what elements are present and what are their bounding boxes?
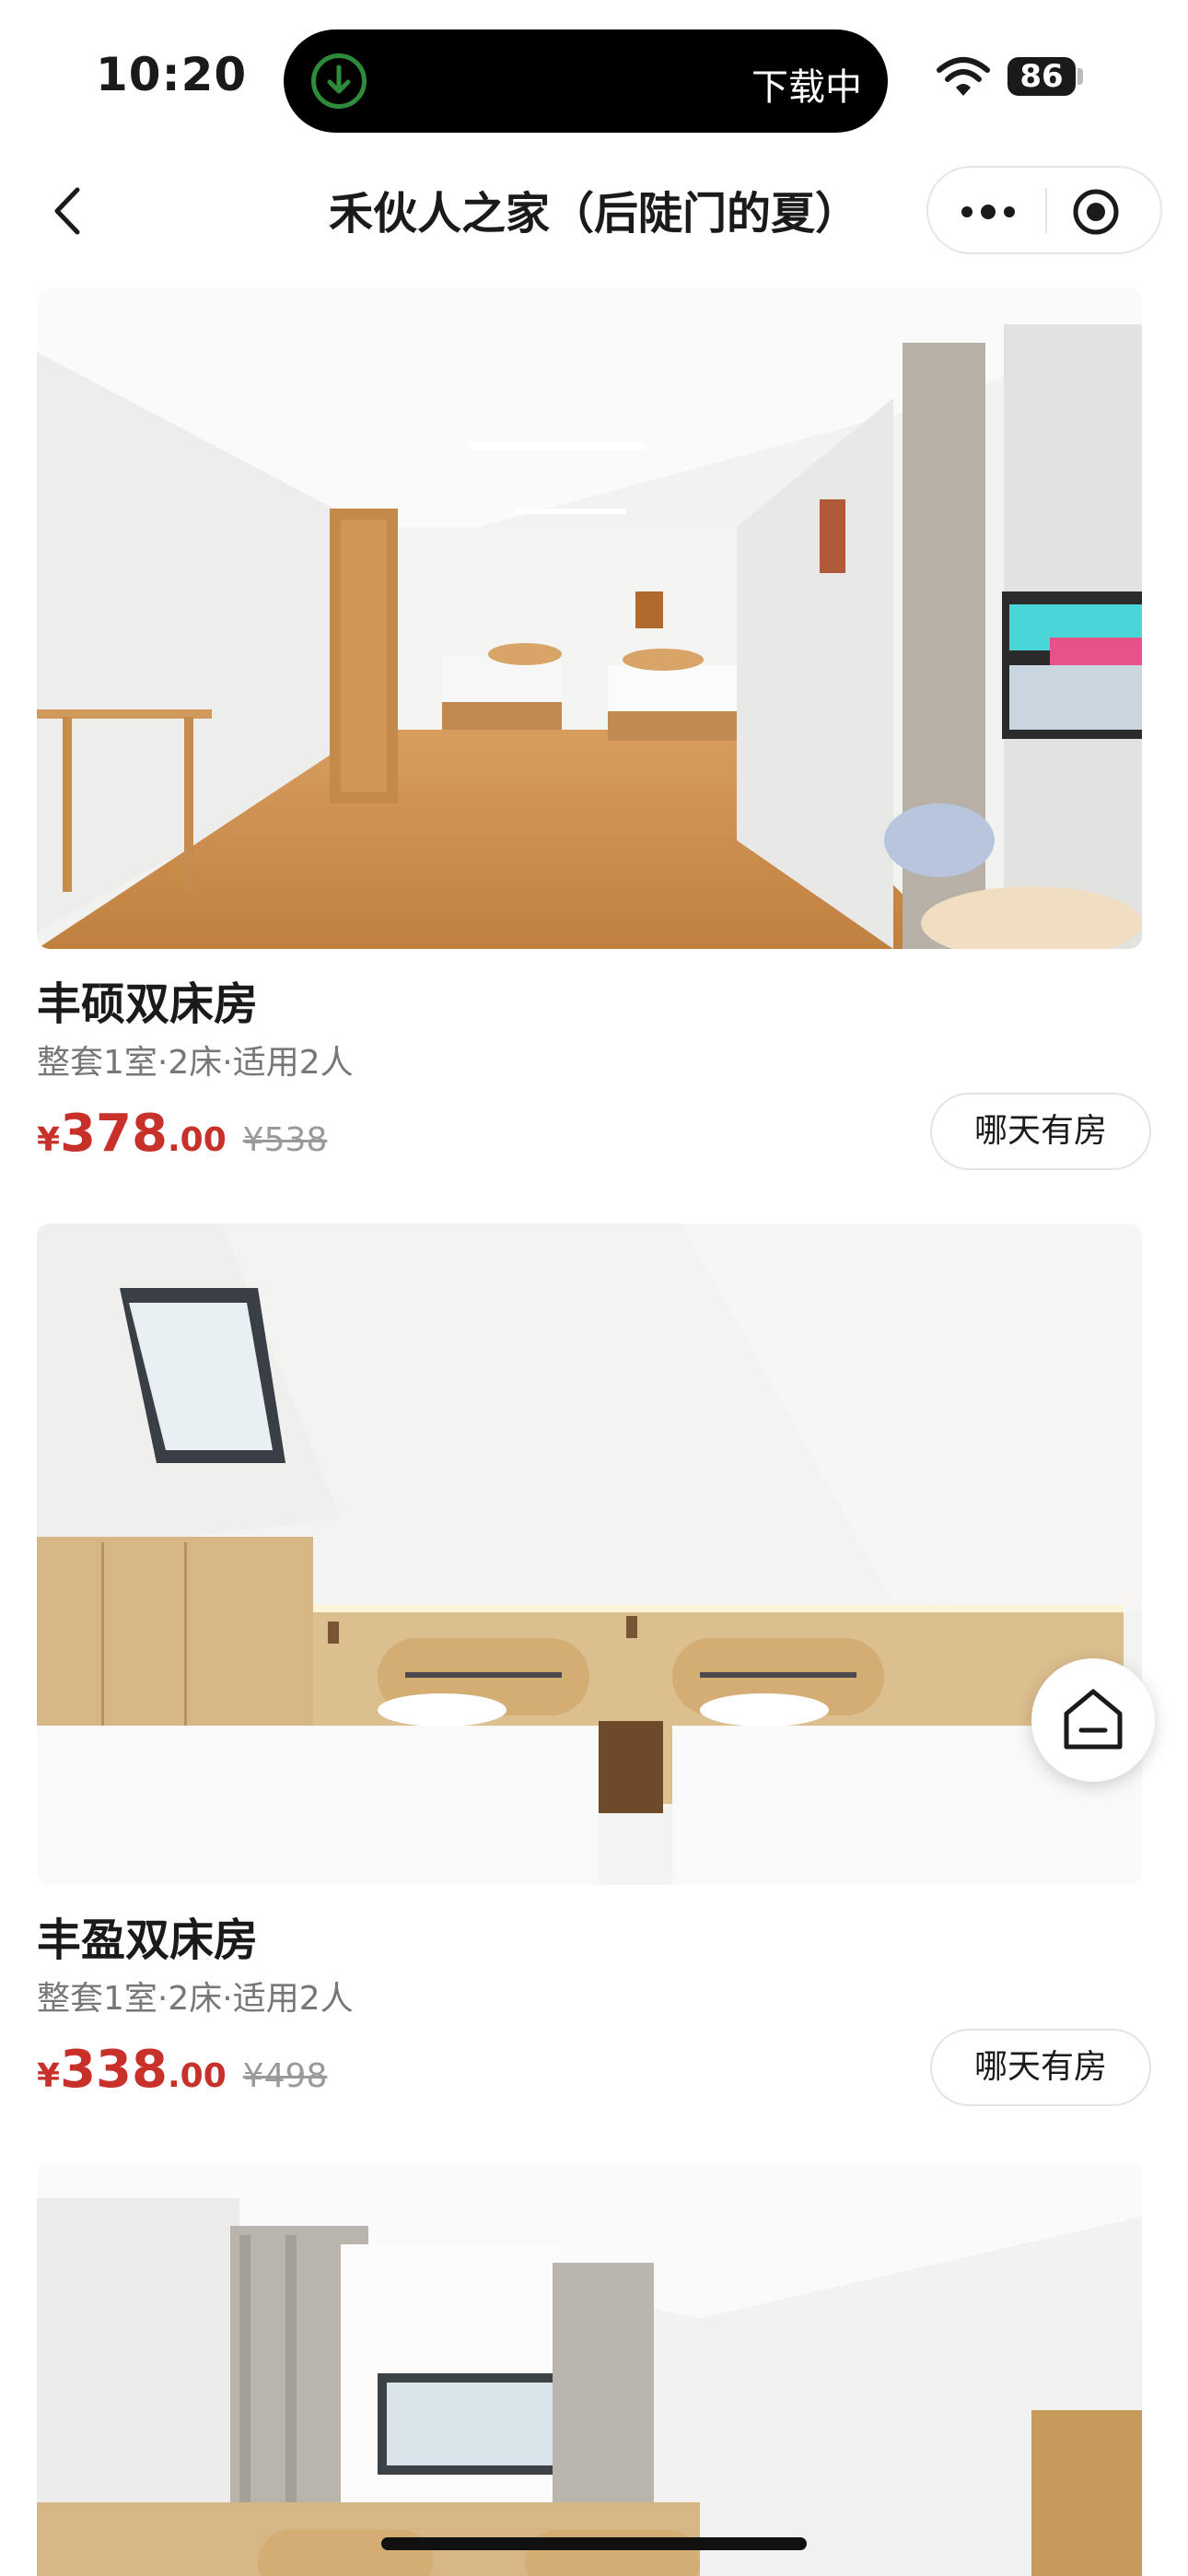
price-decimal: .00: [167, 2057, 227, 2095]
currency-symbol: ¥: [37, 2057, 61, 2095]
download-status-text: 下载中: [751, 66, 862, 109]
room-spec: 整套1室·2床·适用2人: [37, 1044, 354, 1082]
original-price: ¥498: [242, 2057, 328, 2095]
home-button[interactable]: [1031, 1658, 1155, 1782]
page-title: 禾伙人之家（后陡门的夏）: [328, 188, 859, 240]
status-time: 10:20: [96, 48, 248, 101]
dynamic-island[interactable]: 下载中: [284, 29, 888, 133]
price-row: ¥378.00 ¥538: [37, 1104, 327, 1177]
status-bar: 10:20 下载中 86: [0, 0, 1188, 147]
home-icon: [1064, 1689, 1123, 1750]
battery-icon: 86: [1007, 57, 1076, 96]
price-integer: 378: [60, 1104, 168, 1164]
home-indicator[interactable]: [381, 2537, 807, 2550]
original-price: ¥538: [242, 1121, 328, 1159]
download-progress-icon: [311, 53, 367, 109]
room-photo[interactable]: [37, 1224, 1142, 1885]
more-icon[interactable]: [956, 193, 1020, 230]
room-name: 丰盈双床房: [37, 1914, 259, 1966]
room-list-page: 10:20 下载中 86 禾伙人之家（后陡门的夏） 丰硕双床房 整套1室·2床·…: [0, 0, 1188, 2576]
room-photo[interactable]: [37, 2161, 1142, 2576]
price-decimal: .00: [167, 1121, 227, 1159]
back-icon[interactable]: [37, 179, 101, 243]
wifi-icon: [937, 57, 990, 96]
miniprogram-capsule: [926, 166, 1162, 254]
battery-tip: [1077, 68, 1083, 85]
availability-button[interactable]: 哪天有房: [930, 2029, 1151, 2106]
availability-button[interactable]: 哪天有房: [930, 1093, 1151, 1170]
capsule-divider: [1045, 188, 1047, 234]
room-name: 丰硕双床房: [37, 978, 259, 1030]
room-photo[interactable]: [37, 287, 1142, 949]
price-integer: 338: [60, 2040, 168, 2100]
nav-bar: 禾伙人之家（后陡门的夏）: [0, 155, 1188, 265]
price-row: ¥338.00 ¥498: [37, 2040, 327, 2113]
currency-symbol: ¥: [37, 1121, 61, 1159]
room-spec: 整套1室·2床·适用2人: [37, 1980, 354, 2018]
close-miniprogram-icon[interactable]: [1070, 186, 1122, 238]
